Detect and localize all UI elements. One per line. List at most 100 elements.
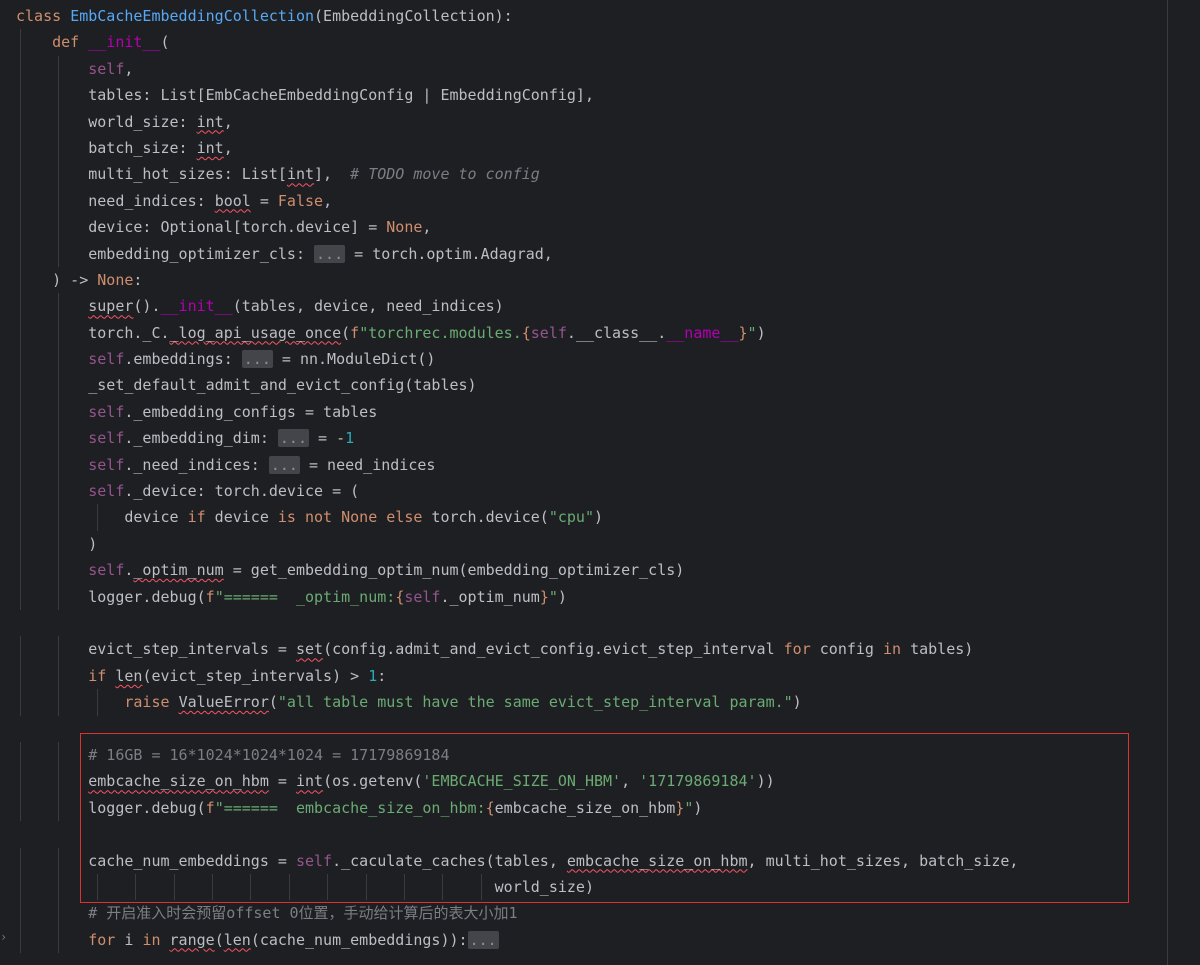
indent-guide xyxy=(250,873,252,901)
indent-guide xyxy=(58,425,60,452)
code-line-text: evict_step_intervals = set(config.admit_… xyxy=(16,640,974,659)
indent-guide xyxy=(20,557,21,584)
indent-guide xyxy=(20,741,21,769)
code-line[interactable]: raise ValueError("all table must have th… xyxy=(16,689,1166,716)
code-line[interactable]: def __init__( xyxy=(16,29,1166,56)
indent-guide xyxy=(58,214,60,241)
code-line-text: need_indices: bool = False, xyxy=(16,191,333,210)
code-line-text: ) -> None: xyxy=(16,270,143,289)
indent-guide xyxy=(173,873,175,901)
code-line[interactable]: super().__init__(tables, device, need_in… xyxy=(16,293,1166,320)
code-line-text: self.embeddings: ... = nn.ModuleDict() xyxy=(88,350,436,369)
indent-guide xyxy=(20,82,21,109)
code-line[interactable]: # 开启准入时会预留offset 0位置，手动给计算后的表大小加1 xyxy=(16,900,1166,927)
code-line[interactable]: self._optim_num = get_embedding_optim_nu… xyxy=(16,557,1166,584)
code-line[interactable]: world_size: int, xyxy=(16,108,1166,135)
indent-guide xyxy=(20,293,21,320)
code-line[interactable]: self.embeddings: ... = nn.ModuleDict() xyxy=(16,346,1166,373)
indent-guide xyxy=(58,240,60,267)
indent-guide xyxy=(58,926,60,954)
code-line-text: logger.debug(f"====== _optim_num:{self._… xyxy=(16,587,567,606)
indent-guide xyxy=(58,504,60,531)
indent-guide xyxy=(20,398,21,426)
code-area[interactable]: class EmbCacheEmbeddingCollection(Embedd… xyxy=(16,3,1166,954)
code-line-text: ) xyxy=(16,534,98,553)
code-line[interactable]: self._embedding_configs = tables xyxy=(16,398,1166,426)
code-line-text: world_size) xyxy=(16,877,594,896)
code-line[interactable]: _set_default_admit_and_evict_config(tabl… xyxy=(16,372,1166,399)
code-line-text: self._embedding_dim: ... = -1 xyxy=(88,429,355,448)
code-line[interactable]: embcache_size_on_hbm = int(os.getenv('EM… xyxy=(16,768,1166,795)
indent-guide xyxy=(96,873,98,901)
indent-guide xyxy=(20,478,21,505)
code-line[interactable]: ) -> None: xyxy=(16,266,1166,294)
indent-guide xyxy=(20,134,21,162)
code-line[interactable]: self._device: torch.device = ( xyxy=(16,478,1166,505)
code-line-text: raise ValueError("all table must have th… xyxy=(124,693,802,712)
code-line[interactable]: device if device is not None else torch.… xyxy=(16,504,1166,531)
indent-guide xyxy=(20,425,21,452)
code-line[interactable]: self._need_indices: ... = need_indices xyxy=(16,451,1166,479)
code-line-text: self._device: torch.device = ( xyxy=(88,482,360,501)
indent-guide xyxy=(20,266,21,294)
code-editor[interactable]: › class EmbCacheEmbeddingCollection(Embe… xyxy=(0,0,1200,965)
code-line[interactable] xyxy=(16,610,1166,636)
indent-guide xyxy=(480,873,482,901)
indent-guide xyxy=(58,741,60,769)
code-line-text: logger.debug(f"====== embcache_size_on_h… xyxy=(16,798,703,817)
code-line[interactable]: evict_step_intervals = set(config.admit_… xyxy=(16,636,1166,663)
code-line[interactable]: torch._C._log_api_usage_once(f"torchrec.… xyxy=(16,319,1166,347)
indent-guide xyxy=(20,636,21,663)
code-line[interactable]: logger.debug(f"====== _optim_num:{self._… xyxy=(16,583,1166,610)
indent-guide xyxy=(20,873,21,901)
code-line[interactable]: embedding_optimizer_cls: ... = torch.opt… xyxy=(16,240,1166,267)
code-line[interactable] xyxy=(16,716,1166,742)
indent-guide xyxy=(58,583,60,610)
code-line[interactable]: # 16GB = 16*1024*1024*1024 = 17179869184 xyxy=(16,741,1166,769)
code-line-text: # 开启准入时会预留offset 0位置，手动给计算后的表大小加1 xyxy=(88,904,518,923)
indent-guide xyxy=(20,794,21,822)
indent-guide xyxy=(20,240,21,267)
indent-guide xyxy=(96,689,98,716)
indent-guide xyxy=(58,636,60,663)
indent-guide xyxy=(288,873,290,901)
code-line-text: device if device is not None else torch.… xyxy=(16,508,604,527)
indent-guide xyxy=(20,161,21,188)
fold-arrow-icon[interactable]: › xyxy=(0,930,7,944)
code-line[interactable]: logger.debug(f"====== embcache_size_on_h… xyxy=(16,794,1166,822)
indent-guide xyxy=(327,873,329,901)
code-line[interactable]: world_size) xyxy=(16,873,1166,901)
code-line[interactable]: tables: List[EmbCacheEmbeddingConfig | E… xyxy=(16,82,1166,109)
indent-guide xyxy=(20,926,21,954)
code-line-text: def __init__( xyxy=(52,33,170,52)
indent-guide xyxy=(58,530,60,558)
indent-guide xyxy=(212,873,213,901)
right-margin-guide xyxy=(1167,0,1168,965)
code-line-text: self._embedding_configs = tables xyxy=(88,402,378,421)
indent-guide xyxy=(442,873,444,901)
code-line[interactable]: self._embedding_dim: ... = -1 xyxy=(16,425,1166,452)
code-line[interactable]: cache_num_embeddings = self._caculate_ca… xyxy=(16,847,1166,874)
code-line[interactable]: if len(evict_step_intervals) > 1: xyxy=(16,662,1166,690)
code-line[interactable]: device: Optional[torch.device] = None, xyxy=(16,214,1166,241)
indent-guide xyxy=(58,662,60,690)
code-line-text: cache_num_embeddings = self._caculate_ca… xyxy=(16,851,1019,870)
code-line-text: self._optim_num = get_embedding_optim_nu… xyxy=(88,561,685,580)
code-line[interactable]: multi_hot_sizes: List[int], # TODO move … xyxy=(16,161,1166,188)
code-line-text: # 16GB = 16*1024*1024*1024 = 17179869184 xyxy=(88,745,450,764)
code-line[interactable]: ) xyxy=(16,530,1166,558)
code-line-text: if len(evict_step_intervals) > 1: xyxy=(88,666,387,685)
code-line[interactable]: batch_size: int, xyxy=(16,134,1166,162)
code-line-text: batch_size: int, xyxy=(16,138,233,157)
indent-guide xyxy=(58,346,60,373)
indent-guide xyxy=(58,794,60,822)
indent-guide xyxy=(58,451,60,479)
code-line[interactable] xyxy=(16,821,1166,847)
code-line-text: embedding_optimizer_cls: ... = torch.opt… xyxy=(16,244,553,263)
code-line[interactable]: need_indices: bool = False, xyxy=(16,187,1166,215)
code-line[interactable]: for i in range(len(cache_num_embeddings)… xyxy=(16,926,1166,954)
code-line[interactable]: self, xyxy=(16,55,1166,83)
indent-guide xyxy=(20,346,21,373)
code-line[interactable]: class EmbCacheEmbeddingCollection(Embedd… xyxy=(16,3,1166,29)
indent-guide xyxy=(20,504,21,531)
